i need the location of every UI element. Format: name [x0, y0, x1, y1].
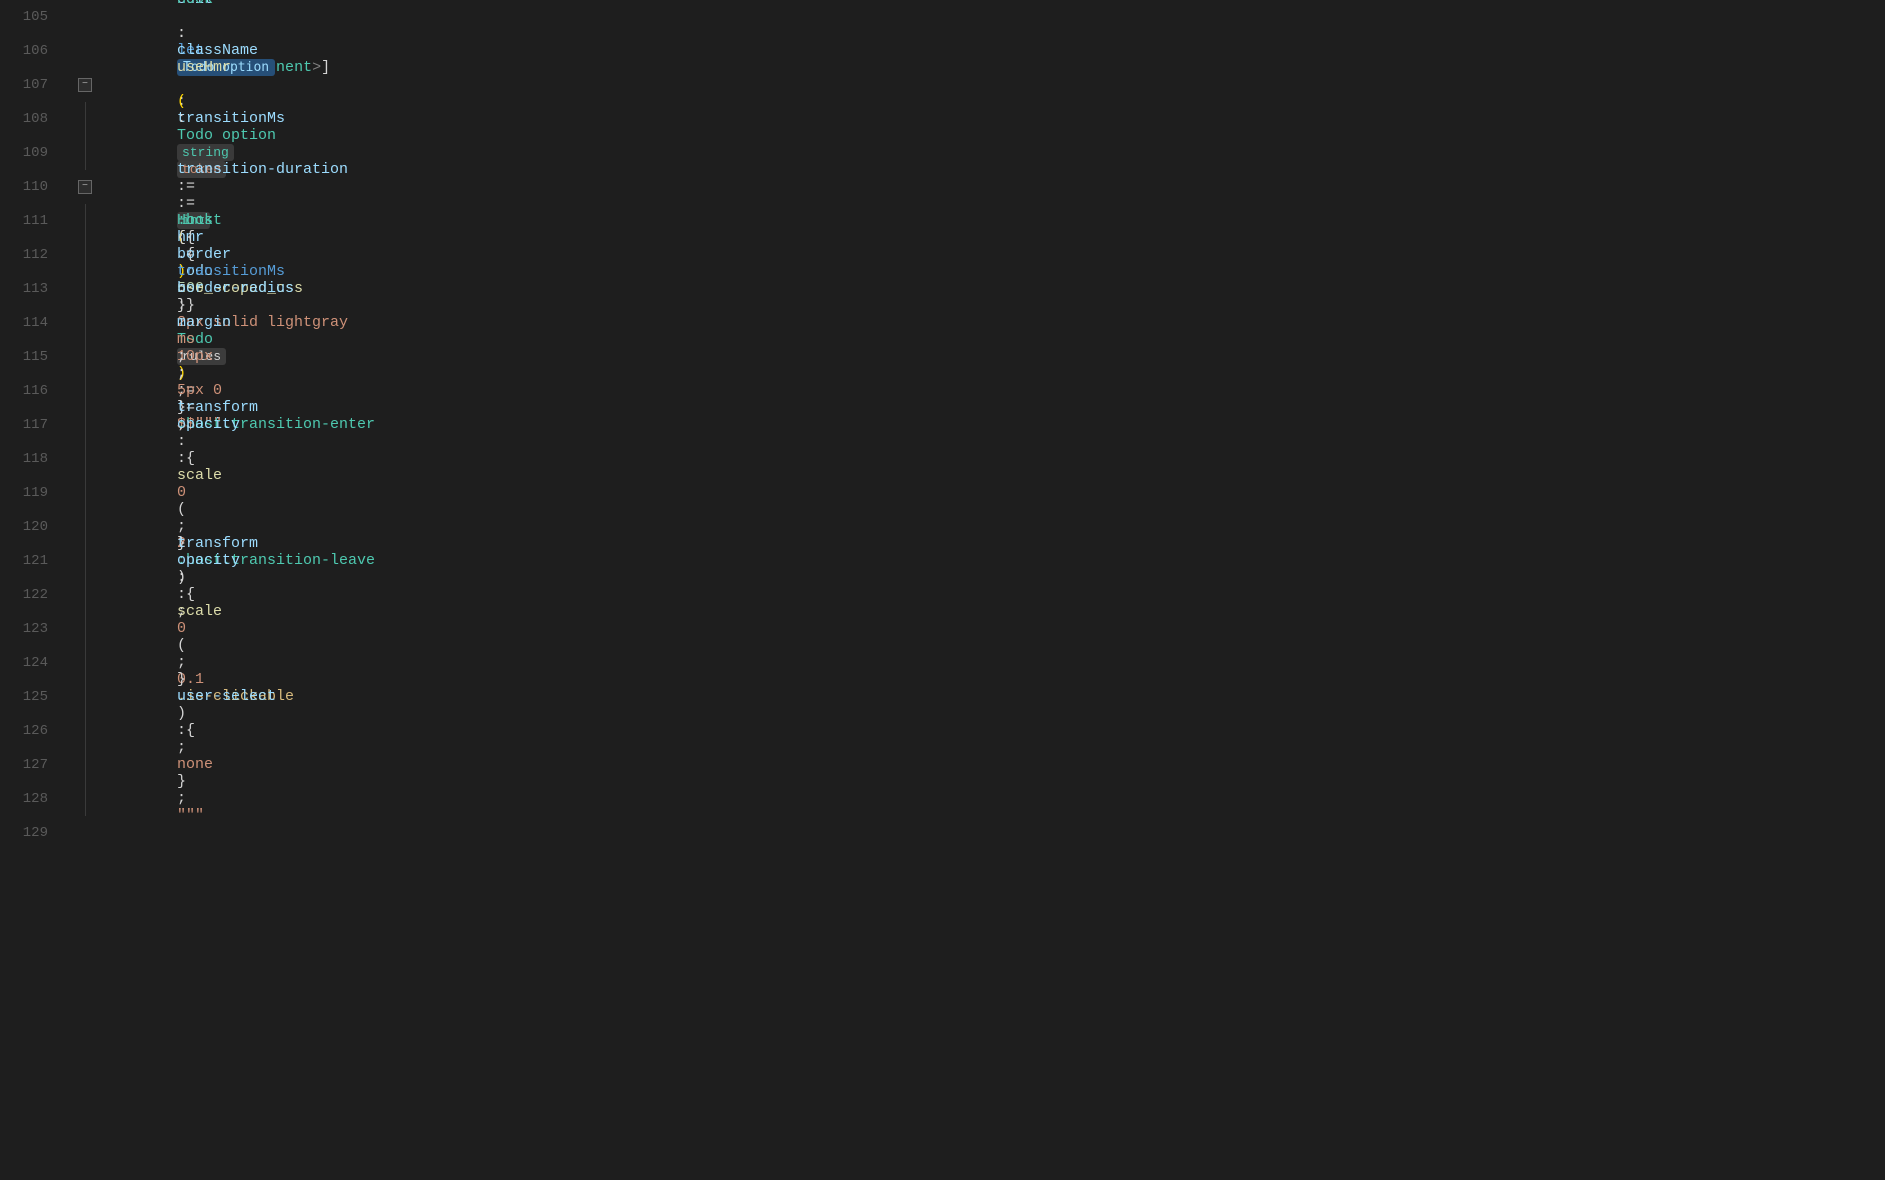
fold-gutter-127: [70, 748, 100, 782]
ln-115: 115: [0, 340, 48, 374]
ln-111: 111: [0, 204, 48, 238]
ln-116: 116: [0, 374, 48, 408]
colon-119: :: [177, 433, 195, 450]
fold-icon-107[interactable]: −: [78, 78, 92, 92]
fold-gutter-122: [70, 578, 100, 612]
fold-gutter-113: [70, 272, 100, 306]
ln-106: 106: [0, 34, 48, 68]
fold-gutter-108: [70, 102, 100, 136]
fold-gutter-118: [70, 442, 100, 476]
fold-gutter-126: [70, 714, 100, 748]
fold-gutter-121: [70, 544, 100, 578]
space-110a: [177, 8, 186, 25]
ln-128: 128: [0, 782, 48, 816]
transform-119: transform: [177, 399, 258, 416]
ln-121: 121: [0, 544, 48, 578]
fold-gutter-107: −: [70, 78, 100, 92]
ln-122: 122: [0, 578, 48, 612]
line-numbers: 105 106 107 108 109 110 111 112 113 114 …: [0, 0, 60, 1180]
ln-105: 105: [0, 0, 48, 34]
class-name-110: className: [177, 42, 258, 59]
ln-112: 112: [0, 238, 48, 272]
fold-icon-110[interactable]: −: [78, 180, 92, 194]
ln-113: 113: [0, 272, 48, 306]
code-line-128: """: [70, 782, 1885, 816]
ln-126: 126: [0, 714, 48, 748]
fold-gutter-111: [70, 204, 100, 238]
fold-gutter-119: [70, 476, 100, 510]
ln-124: 124: [0, 646, 48, 680]
fold-gutter-115: [70, 340, 100, 374]
ln-110: 110: [0, 170, 48, 204]
editor-container: 105 106 107 108 109 110 111 112 113 114 …: [0, 0, 1885, 1180]
ln-125: 125: [0, 680, 48, 714]
ln-117: 117: [0, 408, 48, 442]
code-line-129: [70, 816, 1885, 850]
ln-108: 108: [0, 102, 48, 136]
fold-gutter-125: [70, 680, 100, 714]
fold-gutter-124: [70, 646, 100, 680]
fold-gutter-116: [70, 374, 100, 408]
ln-129: 129: [0, 816, 48, 850]
ln-120: 120: [0, 510, 48, 544]
fold-gutter-120: [70, 510, 100, 544]
ln-107: 107: [0, 68, 48, 102]
colon-123: :: [177, 569, 195, 586]
ln-127: 127: [0, 748, 48, 782]
ln-119: 119: [0, 476, 48, 510]
fold-gutter-117: [70, 408, 100, 442]
ln-123: 123: [0, 612, 48, 646]
ln-118: 118: [0, 442, 48, 476]
fold-gutter-128: [70, 782, 100, 816]
fold-gutter-109: [70, 136, 100, 170]
code-area: [<HookComponent>] − let TodoEl dispatch …: [60, 0, 1885, 1180]
transform-123: transform: [177, 535, 258, 552]
fold-gutter-110: −: [70, 180, 100, 194]
fold-gutter-112: [70, 238, 100, 272]
ln-109: 109: [0, 136, 48, 170]
ln-114: 114: [0, 306, 48, 340]
fold-gutter-123: [70, 612, 100, 646]
fold-gutter-114: [70, 306, 100, 340]
